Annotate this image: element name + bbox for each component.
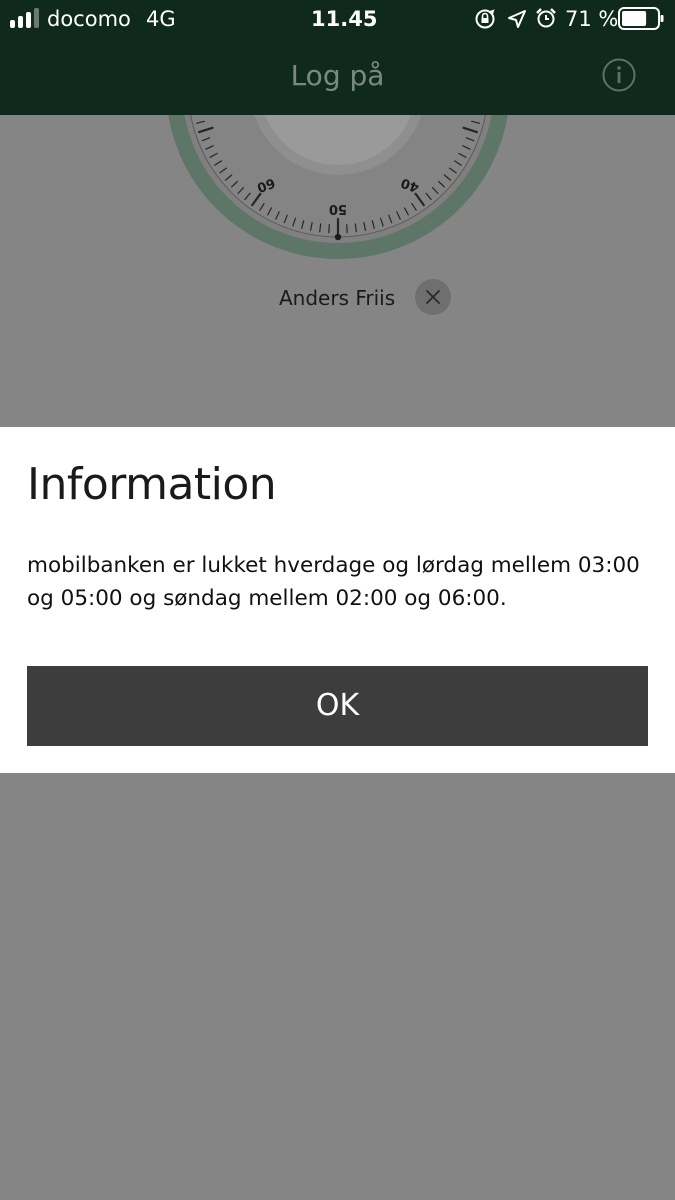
battery-icon: [618, 7, 664, 30]
close-icon: [426, 290, 440, 304]
alarm-icon: [536, 8, 556, 28]
orientation-lock-icon: [475, 9, 495, 29]
status-bar: docomo 4G 11.45 71 %: [0, 0, 675, 38]
location-icon: [508, 10, 526, 28]
pin-dial[interactable]: 60 50 40: [166, 115, 510, 259]
dial-tick: [346, 224, 348, 234]
page-title: Log på: [290, 59, 385, 92]
dialog-title: Information: [27, 459, 277, 510]
nav-bar: Log på: [0, 38, 675, 115]
dial-label-50: 50: [329, 201, 347, 216]
info-icon[interactable]: [602, 58, 636, 92]
ok-button[interactable]: OK: [27, 666, 648, 746]
login-background: 60 50 40 Anders Friis: [0, 115, 675, 426]
information-dialog: Information mobilbanken er lukket hverda…: [0, 427, 675, 773]
carrier-name: docomo: [47, 7, 131, 31]
dialog-message: mobilbanken er lukket hverdage og lørdag…: [27, 553, 640, 611]
dial-tick: [328, 224, 330, 234]
clock: 11.45: [311, 7, 378, 31]
signal-icon: [10, 8, 44, 28]
battery-percent: 71 %: [565, 7, 619, 31]
remove-user-button[interactable]: [415, 279, 451, 315]
network-type: 4G: [146, 7, 176, 31]
